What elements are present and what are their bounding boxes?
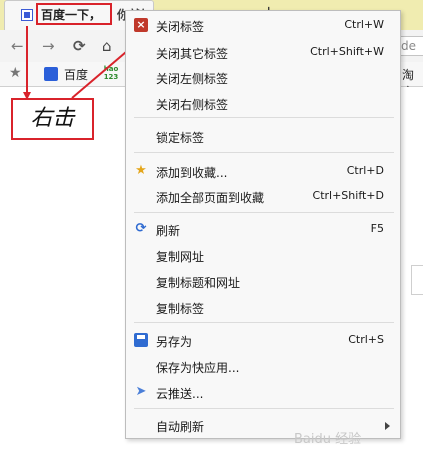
menu-item-label: 添加到收藏... [156,166,228,180]
menu-item-label: 云推送... [156,387,204,401]
menu-item-label: 保存为快应用... [156,361,240,375]
menu-item-cloud-push[interactable]: ➤ 云推送... [126,380,400,404]
hao123-icon[interactable]: hao 123 [102,65,120,83]
menu-separator [134,117,394,118]
close-icon: × [134,18,148,32]
menu-item-save-as-quick-app[interactable]: 保存为快应用... [126,354,400,378]
watermark: Baidu 经验 [294,432,362,447]
menu-item-label: 复制标签 [156,302,205,316]
menu-item-shortcut: F5 [370,222,384,235]
submenu-arrow-icon [385,422,390,430]
menu-item-shortcut: Ctrl+Shift+D [312,189,384,202]
menu-item-label: 添加全部页面到收藏 [156,191,265,205]
menu-item-close-other-tabs[interactable]: 关闭其它标签 Ctrl+Shift+W [126,40,400,64]
menu-item-close-tab[interactable]: × 关闭标签 Ctrl+W [126,13,400,37]
tab-highlight-box [36,3,112,25]
menu-separator [134,408,394,409]
reload-icon[interactable]: ⟳ [73,37,86,55]
menu-item-shortcut: Ctrl+D [346,164,384,177]
menu-item-label: 自动刷新 [156,420,205,434]
menu-item-shortcut: Ctrl+Shift+W [310,45,384,58]
menu-item-save-as[interactable]: 另存为 Ctrl+S [126,328,400,352]
menu-item-shortcut: Ctrl+W [344,18,384,31]
menu-item-label: 复制网址 [156,250,205,264]
menu-item-close-right-tabs[interactable]: 关闭右侧标签 [126,91,400,115]
refresh-icon: ⟳ [135,221,147,236]
menu-separator [134,322,394,323]
menu-item-refresh[interactable]: ⟳ 刷新 F5 [126,217,400,241]
menu-item-shortcut: Ctrl+S [348,333,384,346]
hao123-icon-line2: 123 [103,73,119,81]
star-add-icon: ★ [135,163,147,178]
menu-item-label: 复制标题和网址 [156,276,241,290]
menu-item-copy-url[interactable]: 复制网址 [126,243,400,267]
floppy-disk-icon [134,333,148,347]
menu-item-add-to-favorites[interactable]: ★ 添加到收藏... Ctrl+D [126,159,400,183]
baidu-favicon-icon [21,9,33,21]
menu-item-label: 另存为 [156,335,193,349]
menu-separator [134,152,394,153]
menu-item-lock-tab[interactable]: 锁定标签 [126,124,400,148]
tab-context-menu: × 关闭标签 Ctrl+W 关闭其它标签 Ctrl+Shift+W 关闭左侧标签… [125,10,401,439]
forward-arrow-icon[interactable]: → [42,37,55,55]
baidu-paw-icon [44,67,58,81]
menu-item-label: 关闭标签 [156,20,205,34]
menu-item-label: 刷新 [156,224,181,238]
menu-item-label: 关闭其它标签 [156,47,229,61]
address-bar[interactable]: de [398,36,423,56]
annotation-right-click-label: 右击 [11,98,94,140]
menu-separator [134,212,394,213]
menu-item-add-all-to-favorites[interactable]: 添加全部页面到收藏 Ctrl+Shift+D [126,184,400,208]
back-arrow-icon[interactable]: ← [11,37,24,55]
menu-item-close-left-tabs[interactable]: 关闭左侧标签 [126,65,400,89]
hao123-icon-line1: hao [103,65,119,73]
favorites-star-icon[interactable]: ★ [9,65,22,81]
menu-item-duplicate-tab[interactable]: 复制标签 [126,295,400,319]
home-icon[interactable]: ⌂ [102,37,112,55]
menu-item-copy-title-and-url[interactable]: 复制标题和网址 [126,269,400,293]
bookmark-baidu[interactable]: 百度 [64,66,88,83]
page-input-edge [411,265,423,295]
menu-item-label: 锁定标签 [156,131,205,145]
menu-item-label: 关闭左侧标签 [156,72,229,86]
paper-plane-icon: ➤ [135,384,147,399]
menu-item-label: 关闭右侧标签 [156,98,229,112]
